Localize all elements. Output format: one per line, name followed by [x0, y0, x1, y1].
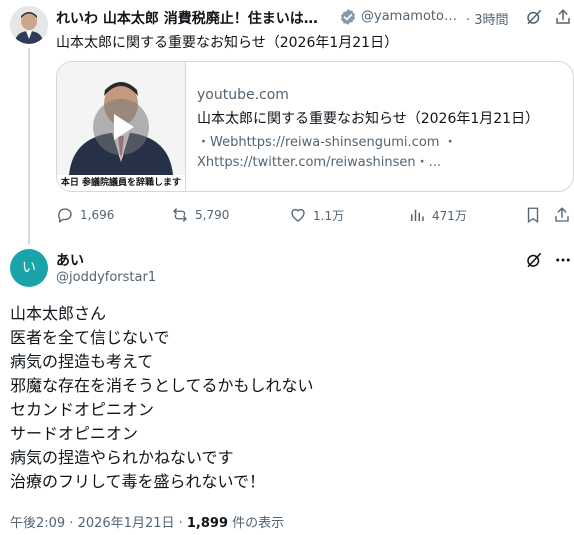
repost-button[interactable]: 5,790 — [171, 205, 229, 225]
thumbnail-caption: 本日 参議院議員を辞職します — [57, 175, 185, 191]
repost-count: 5,790 — [195, 208, 230, 222]
view-count: 1,899 — [186, 516, 229, 531]
link-card[interactable]: 本日 参議院議員を辞職します youtube.com 山本太郎に関する重要なお知… — [56, 61, 574, 192]
display-name[interactable]: れいわ 山本太郎 消費税廃止！住まいは… — [56, 8, 334, 28]
view-suffix: 件の表示 — [228, 516, 285, 531]
reply-count: 1,696 — [80, 208, 115, 222]
card-description-line: ・Webhttps://reiwa-shinsengumi.com ・ — [197, 135, 457, 150]
reply-text-line: セカンドオピニオン — [10, 400, 155, 419]
grok-icon[interactable] — [525, 8, 543, 26]
reply-text-line: 病気の捏造も考えて — [10, 352, 154, 371]
share-icon — [555, 207, 569, 222]
reply-text-line: 医者を全て信じないで — [10, 328, 170, 347]
reply-text-line: 治療のフリして毒を盛られないで！ — [10, 472, 266, 491]
grok-icon[interactable] — [525, 251, 543, 269]
display-name[interactable]: あい — [56, 250, 84, 270]
tweet-text: 山本太郎に関する重要なお知らせ（2026年1月21日） — [56, 35, 399, 51]
avatar-ai[interactable]: い — [10, 249, 48, 287]
post-timestamp[interactable]: 午後2:09 · 2026年1月21日 · — [10, 516, 187, 531]
tweet-meta: 午後2:09 · 2026年1月21日 · 1,899 件の表示 — [10, 512, 284, 531]
thread-line — [28, 48, 30, 244]
verified-badge-icon — [339, 8, 357, 26]
reply-text-line: 病気の捏造やられかねないです — [10, 448, 234, 467]
like-button[interactable]: 1.1万 — [289, 205, 344, 225]
like-count: 1.1万 — [313, 208, 345, 223]
reply-text: 山本太郎さん 医者を全て信じないで 病気の捏造も考えて 邪魔な存在を消そうとして… — [10, 302, 314, 494]
more-options-icon[interactable] — [554, 251, 572, 269]
repost-icon — [173, 208, 187, 222]
reply-icon — [58, 208, 72, 224]
avatar-yamamoto[interactable] — [10, 6, 48, 44]
reply-text-line: 山本太郎さん — [10, 304, 107, 323]
handle[interactable]: @yamamotot… — [361, 9, 461, 24]
card-description-line: Xhttps://twitter.com/reiwashinsen・... — [197, 155, 442, 170]
views-icon — [411, 209, 424, 221]
card-domain: youtube.com — [197, 87, 289, 103]
card-title: 山本太郎に関する重要なお知らせ（2026年1月21日） — [197, 111, 540, 127]
heart-icon — [291, 208, 305, 222]
view-count: 471万 — [432, 208, 467, 223]
bookmark-button[interactable] — [524, 205, 542, 225]
reply-text-line: サードオピニオン — [10, 424, 139, 443]
video-thumbnail[interactable]: 本日 参議院議員を辞職します — [57, 62, 186, 191]
bookmark-icon — [527, 207, 539, 224]
reply-text-line: 邪魔な存在を消そうとしてるかもしれない — [10, 376, 314, 395]
timestamp[interactable]: · 3時間 — [466, 9, 509, 28]
play-icon[interactable] — [93, 99, 149, 155]
more-icon[interactable] — [554, 8, 572, 26]
handle[interactable]: @joddyforstar1 — [56, 270, 156, 285]
share-button[interactable] — [553, 205, 571, 225]
views-button[interactable]: 471万 — [408, 205, 467, 225]
reply-button[interactable]: 1,696 — [56, 205, 114, 225]
